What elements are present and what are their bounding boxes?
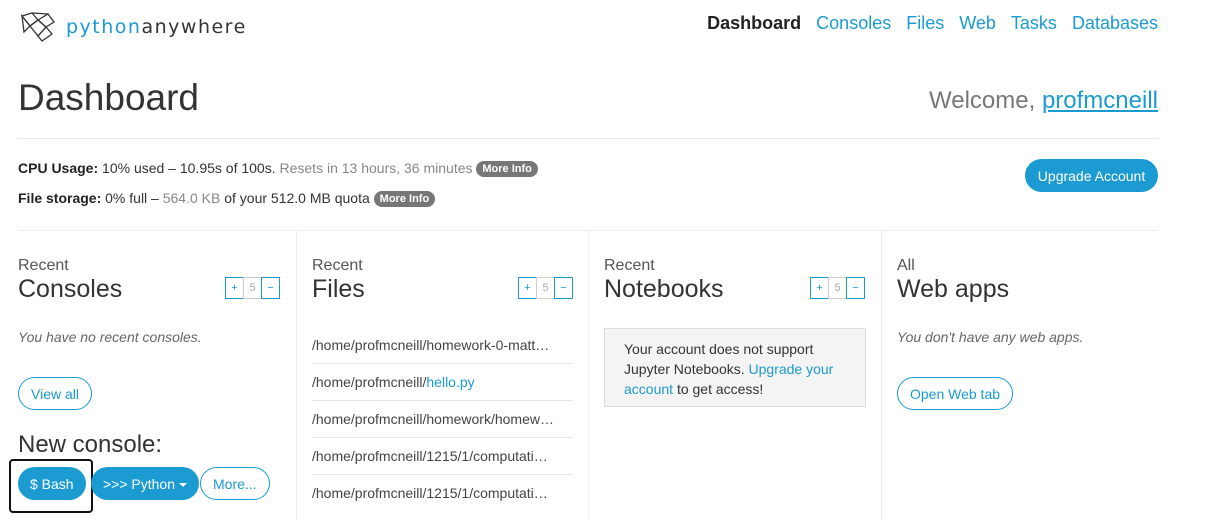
file-row[interactable]: /home/profmcneill/1215/1/computati… bbox=[312, 438, 573, 475]
cpu-text: 10% used – 10.95s of 100s. bbox=[102, 160, 276, 176]
notebooks-heading: Notebooks bbox=[604, 275, 724, 303]
file-text-suffix: of your 512.0 MB quota bbox=[224, 190, 370, 206]
plus-icon[interactable]: + bbox=[518, 277, 537, 299]
python-console-label: >>> Python bbox=[103, 475, 176, 492]
notebooks-panel: Recent Notebooks + 5 − Your account does… bbox=[588, 231, 882, 521]
notice-suffix: to get access! bbox=[676, 381, 764, 397]
consoles-count-control: + 5 − bbox=[225, 277, 280, 299]
welcome-text: Welcome, bbox=[929, 87, 1036, 114]
divider bbox=[18, 138, 1158, 139]
consoles-empty-message: You have no recent consoles. bbox=[18, 329, 202, 345]
welcome-message: Welcome, profmcneill bbox=[929, 87, 1158, 115]
nav-databases[interactable]: Databases bbox=[1072, 13, 1158, 34]
cpu-label: CPU Usage: bbox=[18, 160, 99, 176]
upgrade-account-button[interactable]: Upgrade Account bbox=[1025, 159, 1158, 192]
file-more-info-button[interactable]: More Info bbox=[373, 191, 436, 207]
more-consoles-button[interactable]: More... bbox=[200, 467, 270, 500]
notebooks-count-control: + 5 − bbox=[810, 277, 865, 299]
files-count-control: + 5 − bbox=[518, 277, 573, 299]
file-storage: File storage: 0% full – 564.0 KB of your… bbox=[18, 190, 436, 207]
cpu-usage: CPU Usage: 10% used – 10.95s of 100s. Re… bbox=[18, 160, 538, 177]
logo[interactable]: pythonanywhere bbox=[18, 12, 247, 42]
file-label: File storage: bbox=[18, 190, 102, 206]
minus-icon[interactable]: − bbox=[846, 277, 865, 299]
consoles-count: 5 bbox=[243, 277, 262, 299]
minus-icon[interactable]: − bbox=[554, 277, 573, 299]
cpu-reset: Resets in 13 hours, 36 minutes bbox=[279, 160, 473, 176]
open-web-tab-button[interactable]: Open Web tab bbox=[897, 377, 1014, 410]
python-console-button[interactable]: >>> Python bbox=[91, 467, 200, 500]
webapps-empty-message: You don't have any web apps. bbox=[897, 329, 1084, 345]
logo-text: pythonanywhere bbox=[66, 16, 247, 38]
webapps-sub: All bbox=[897, 257, 915, 274]
files-count: 5 bbox=[536, 277, 555, 299]
plus-icon[interactable]: + bbox=[810, 277, 829, 299]
notebooks-sub: Recent bbox=[604, 257, 655, 274]
nav-tasks[interactable]: Tasks bbox=[1011, 13, 1057, 34]
bash-console-button[interactable]: $ Bash bbox=[18, 467, 86, 500]
main-nav: Dashboard Consoles Files Web Tasks Datab… bbox=[707, 13, 1158, 34]
file-row[interactable]: /home/profmcneill/homework-0-matt… bbox=[312, 327, 573, 364]
file-row[interactable]: /home/profmcneill/1215/1/computati… bbox=[312, 475, 573, 511]
plus-icon[interactable]: + bbox=[225, 277, 244, 299]
notebooks-count: 5 bbox=[828, 277, 847, 299]
username-link[interactable]: profmcneill bbox=[1042, 87, 1158, 114]
view-all-button[interactable]: View all bbox=[18, 377, 92, 410]
nav-dashboard[interactable]: Dashboard bbox=[707, 13, 801, 34]
webapps-heading: Web apps bbox=[897, 275, 1010, 303]
consoles-sub: Recent bbox=[18, 257, 69, 274]
file-link[interactable]: hello.py bbox=[426, 374, 474, 390]
notebooks-notice: Your account does not support Jupyter No… bbox=[604, 328, 866, 407]
minus-icon[interactable]: − bbox=[261, 277, 280, 299]
files-sub: Recent bbox=[312, 257, 363, 274]
consoles-heading: Consoles bbox=[18, 275, 123, 303]
files-panel: Recent Files + 5 − /home/profmcneill/hom… bbox=[296, 231, 589, 521]
nav-web[interactable]: Web bbox=[959, 13, 996, 34]
nav-files[interactable]: Files bbox=[906, 13, 944, 34]
new-console-heading: New console: bbox=[18, 431, 163, 458]
file-amount: 564.0 KB bbox=[162, 190, 221, 206]
caret-down-icon bbox=[179, 482, 188, 487]
page-title: Dashboard bbox=[18, 77, 200, 118]
files-heading: Files bbox=[312, 275, 365, 303]
cpu-more-info-button[interactable]: More Info bbox=[476, 161, 538, 177]
file-row[interactable]: /home/profmcneill/homework/homew… bbox=[312, 401, 573, 438]
pythonanywhere-logo-icon bbox=[20, 12, 55, 42]
file-text-prefix: 0% full – bbox=[105, 190, 159, 206]
file-row[interactable]: /home/profmcneill/hello.py bbox=[312, 364, 573, 401]
nav-consoles[interactable]: Consoles bbox=[816, 13, 891, 34]
webapps-panel: All Web apps You don't have any web apps… bbox=[881, 231, 1161, 521]
consoles-panel: Recent Consoles + 5 − You have no recent… bbox=[0, 231, 297, 521]
